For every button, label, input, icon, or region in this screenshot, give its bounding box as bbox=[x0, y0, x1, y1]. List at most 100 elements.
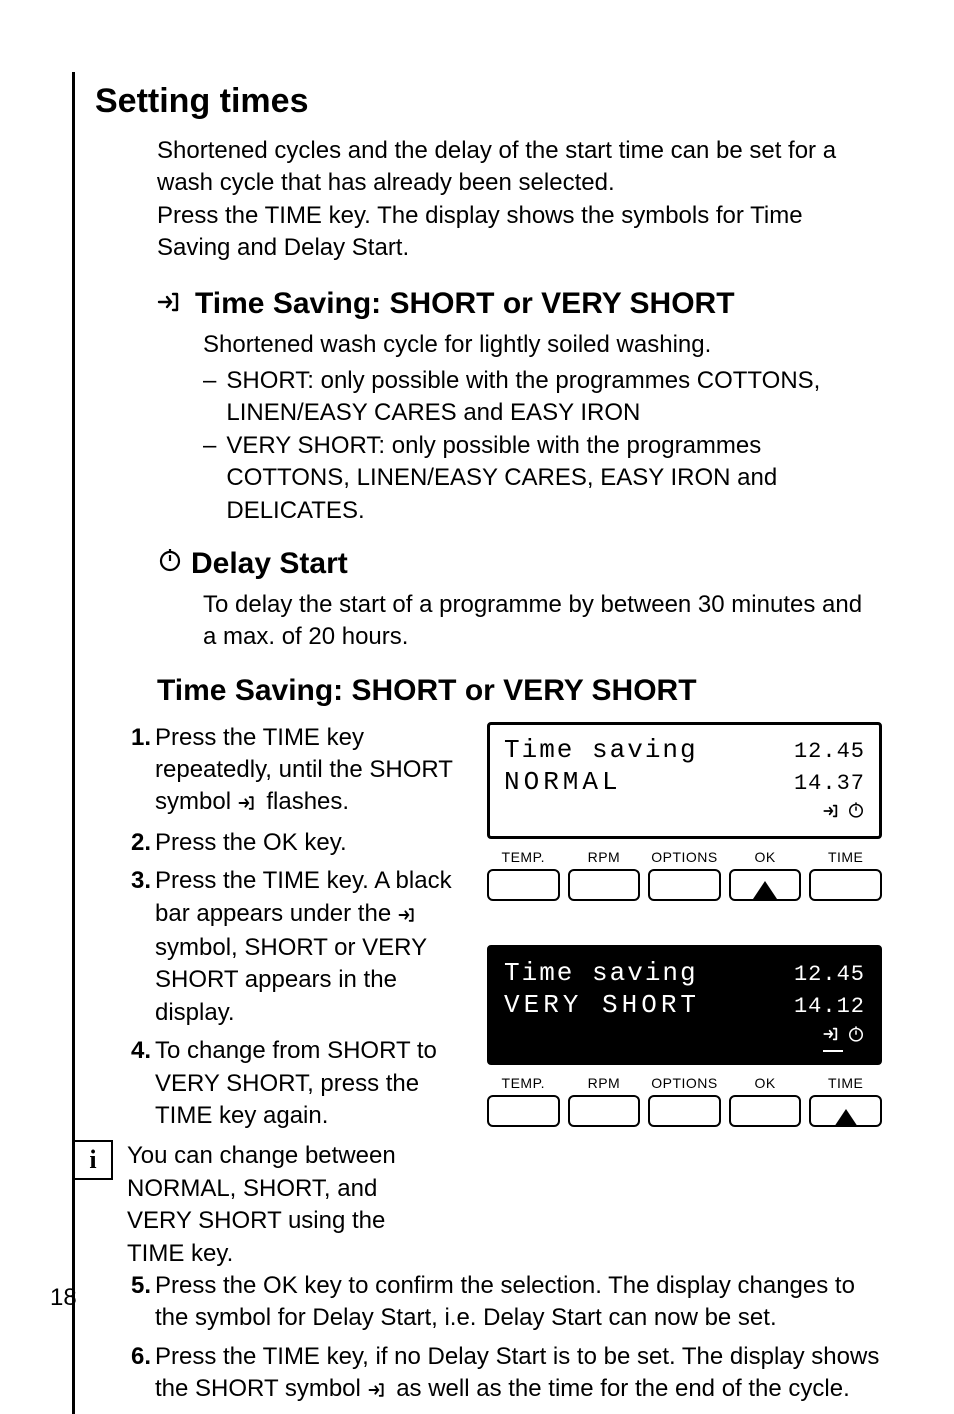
button[interactable] bbox=[568, 869, 641, 901]
list-item: –VERY SHORT: only possible with the prog… bbox=[203, 430, 882, 527]
time-saving-icon bbox=[368, 1375, 390, 1407]
step-text: Press the OK key. bbox=[155, 827, 465, 859]
btn-rpm: RPM bbox=[568, 1075, 641, 1129]
list-item-text: SHORT: only possible with the programmes… bbox=[226, 365, 882, 430]
step-5: 5. Press the OK key to confirm the selec… bbox=[125, 1270, 882, 1335]
step-number: 6. bbox=[125, 1341, 151, 1408]
btn-options: OPTIONS bbox=[648, 849, 721, 901]
button-row: TEMP. RPM OPTIONS OK TIME bbox=[487, 1075, 882, 1129]
lcd-clock: 12.45 bbox=[794, 962, 865, 987]
btn-label: OPTIONS bbox=[648, 1075, 721, 1091]
list-item-text: VERY SHORT: only possible with the progr… bbox=[226, 430, 882, 527]
dash: – bbox=[203, 430, 216, 527]
step-text: Press the TIME key repeatedly, until the… bbox=[155, 722, 465, 821]
time-saving-icon-selected bbox=[823, 1024, 843, 1052]
step-number: 1. bbox=[125, 722, 151, 821]
step-text: Press the TIME key, if no Delay Start is… bbox=[155, 1341, 882, 1408]
btn-ok: OK bbox=[729, 849, 802, 901]
dash: – bbox=[203, 365, 216, 430]
btn-label: TEMP. bbox=[487, 1075, 560, 1091]
btn-options: OPTIONS bbox=[648, 1075, 721, 1129]
page-title: Setting times bbox=[95, 82, 882, 121]
section-a-title: Time Saving: SHORT or VERY SHORT bbox=[195, 287, 735, 321]
step-text-b: flashes. bbox=[260, 788, 349, 815]
step-6: 6. Press the TIME key, if no Delay Start… bbox=[125, 1341, 882, 1408]
time-saving-icon bbox=[238, 788, 260, 820]
section-b-heading: Delay Start bbox=[157, 547, 882, 581]
btn-temp: TEMP. bbox=[487, 849, 560, 901]
btn-label: OK bbox=[729, 849, 802, 865]
lcd-end-time: 14.12 bbox=[794, 994, 865, 1019]
info-note: i You can change between NORMAL, SHORT, … bbox=[73, 1140, 465, 1270]
intro-block: Shortened cycles and the delay of the st… bbox=[157, 135, 882, 265]
button[interactable] bbox=[648, 1095, 721, 1127]
lcd-icons bbox=[504, 801, 865, 826]
delay-start-icon bbox=[847, 1025, 865, 1050]
button[interactable] bbox=[487, 1095, 560, 1127]
step-text: Press the TIME key. A black bar appears … bbox=[155, 865, 465, 1029]
two-column-layout: 1. Press the TIME key repeatedly, until … bbox=[125, 722, 882, 1270]
panel-column: Time saving 12.45 NORMAL 14.37 TEMP. RPM bbox=[487, 722, 882, 1270]
step-text-b: as well as the time for the end of the c… bbox=[390, 1375, 850, 1402]
button[interactable] bbox=[568, 1095, 641, 1127]
btn-time: TIME bbox=[809, 1075, 882, 1129]
time-saving-icon bbox=[823, 801, 843, 826]
btn-temp: TEMP. bbox=[487, 1075, 560, 1129]
button[interactable] bbox=[729, 1095, 802, 1127]
steps-continued: 5. Press the OK key to confirm the selec… bbox=[125, 1270, 882, 1408]
btn-time: TIME bbox=[809, 849, 882, 901]
page-number: 18 bbox=[50, 1284, 77, 1312]
step-4: 4. To change from SHORT to VERY SHORT, p… bbox=[125, 1035, 465, 1132]
page-frame: Setting times Shortened cycles and the d… bbox=[72, 72, 882, 1414]
step-number: 5. bbox=[125, 1270, 151, 1335]
time-saving-icon bbox=[157, 291, 187, 313]
lcd-mode: VERY SHORT bbox=[504, 990, 700, 1020]
section-a-heading: Time Saving: SHORT or VERY SHORT bbox=[157, 287, 882, 321]
step-2: 2. Press the OK key. bbox=[125, 827, 465, 859]
lcd-screen: Time saving 12.45 NORMAL 14.37 bbox=[487, 722, 882, 839]
btn-label: RPM bbox=[568, 1075, 641, 1091]
lcd-title: Time saving bbox=[504, 958, 698, 988]
button-row: TEMP. RPM OPTIONS OK TIME bbox=[487, 849, 882, 901]
step-1: 1. Press the TIME key repeatedly, until … bbox=[125, 722, 465, 821]
button[interactable] bbox=[487, 869, 560, 901]
btn-label: OPTIONS bbox=[648, 849, 721, 865]
step-number: 4. bbox=[125, 1035, 151, 1132]
step-3: 3. Press the TIME key. A black bar appea… bbox=[125, 865, 465, 1029]
list-item: –SHORT: only possible with the programme… bbox=[203, 365, 882, 430]
btn-label: TIME bbox=[809, 849, 882, 865]
section-b-title: Delay Start bbox=[191, 547, 348, 581]
step-number: 2. bbox=[125, 827, 151, 859]
time-saving-icon bbox=[398, 900, 420, 932]
display-panel-2: Time saving 12.45 VERY SHORT 14.12 TEMP.… bbox=[487, 945, 882, 1129]
section-a-list: –SHORT: only possible with the programme… bbox=[203, 365, 882, 527]
step-number: 3. bbox=[125, 865, 151, 1029]
section-c-title: Time Saving: SHORT or VERY SHORT bbox=[157, 674, 882, 708]
steps-column: 1. Press the TIME key repeatedly, until … bbox=[125, 722, 465, 1270]
pointer-arrow-icon bbox=[753, 881, 777, 899]
btn-label: OK bbox=[729, 1075, 802, 1091]
pointer-arrow-icon bbox=[834, 1109, 858, 1127]
button[interactable] bbox=[648, 869, 721, 901]
lcd-screen: Time saving 12.45 VERY SHORT 14.12 bbox=[487, 945, 882, 1065]
btn-label: TEMP. bbox=[487, 849, 560, 865]
lcd-end-time: 14.37 bbox=[794, 771, 865, 796]
lcd-clock: 12.45 bbox=[794, 739, 865, 764]
lcd-title: Time saving bbox=[504, 735, 698, 765]
btn-ok: OK bbox=[729, 1075, 802, 1129]
intro-p2: Press the TIME key. The display shows th… bbox=[157, 200, 882, 265]
section-b-sub: To delay the start of a programme by bet… bbox=[203, 589, 882, 654]
delay-start-icon bbox=[847, 801, 865, 826]
lcd-mode: NORMAL bbox=[504, 767, 622, 797]
lcd-icons bbox=[504, 1024, 865, 1052]
info-icon: i bbox=[73, 1140, 113, 1180]
intro-p1: Shortened cycles and the delay of the st… bbox=[157, 135, 882, 200]
delay-start-icon bbox=[157, 547, 183, 573]
step-text: To change from SHORT to VERY SHORT, pres… bbox=[155, 1035, 465, 1132]
button[interactable] bbox=[809, 869, 882, 901]
step-text-b: symbol, SHORT or VERY SHORT appears in t… bbox=[155, 934, 427, 1026]
btn-rpm: RPM bbox=[568, 849, 641, 901]
info-text: You can change between NORMAL, SHORT, an… bbox=[127, 1140, 427, 1270]
section-a-sub: Shortened wash cycle for lightly soiled … bbox=[203, 329, 882, 361]
step-text: Press the OK key to confirm the selectio… bbox=[155, 1270, 882, 1335]
